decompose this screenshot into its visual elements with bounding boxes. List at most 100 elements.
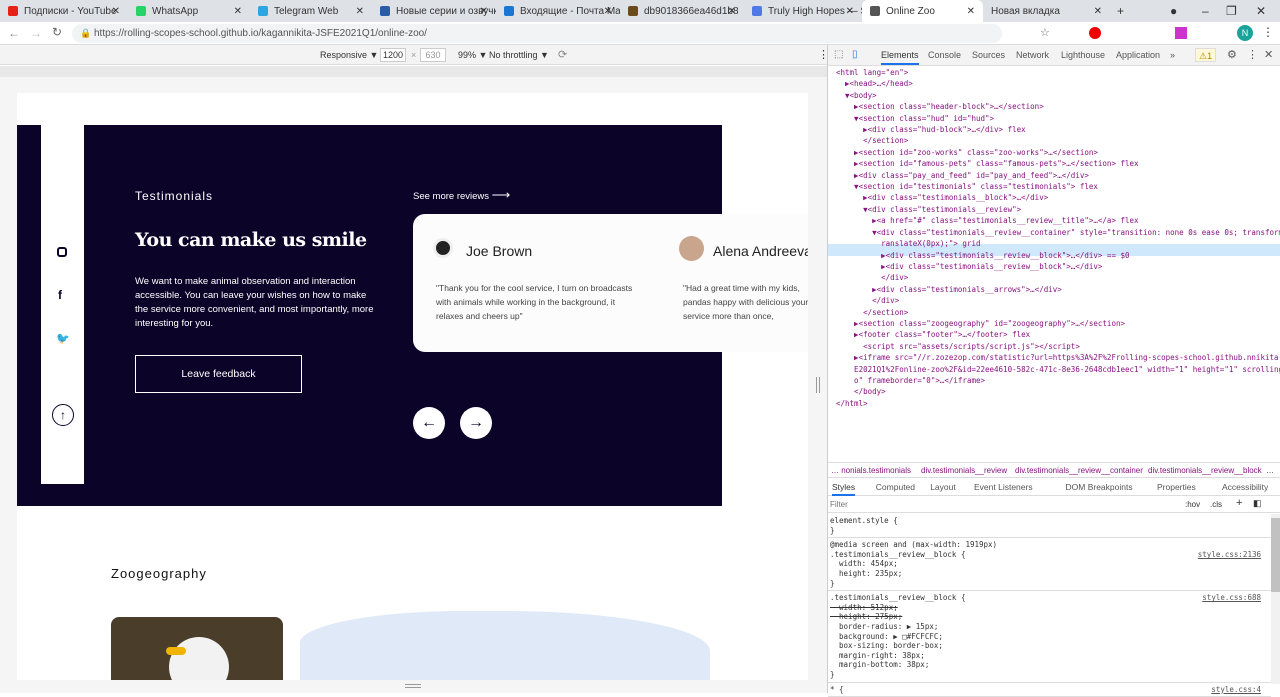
close-devtools-icon[interactable]: ✕	[1264, 45, 1273, 65]
styles-tab[interactable]: Layout	[930, 482, 956, 492]
star-icon[interactable]: ☆	[1040, 26, 1050, 39]
rotate-icon[interactable]: ⟳	[558, 48, 567, 61]
dom-node[interactable]: ▶<div class="pay_and_feed" id="pay_and_f…	[836, 170, 1280, 181]
facebook-icon[interactable]: f	[58, 288, 62, 302]
close-window-icon[interactable]: ✕	[1256, 4, 1266, 18]
cls-toggle[interactable]: .cls	[1210, 500, 1222, 509]
tab-console[interactable]: Console	[928, 45, 961, 65]
inspect-icon[interactable]: ⬚	[834, 49, 843, 60]
settings-icon[interactable]: ⚙	[1227, 45, 1237, 65]
more-tabs-button[interactable]: »	[1170, 45, 1175, 65]
dom-node[interactable]: ▶<footer class="footer">…</footer> flex	[836, 329, 1280, 340]
minimize-icon[interactable]: –	[1202, 4, 1209, 18]
sidebar-toggle-icon[interactable]: ◧	[1253, 498, 1262, 509]
close-tab-icon[interactable]: ✕	[728, 6, 736, 17]
breadcrumb-item[interactable]: div.testimonials__review	[921, 466, 1007, 475]
throttling-select[interactable]: No throttling ▼	[489, 50, 549, 60]
browser-tab[interactable]: WhatsApp✕	[128, 0, 250, 22]
back-icon[interactable]: ←	[8, 26, 20, 40]
browser-tab[interactable]: Подписки - YouTube✕	[0, 0, 128, 22]
close-tab-icon[interactable]: ✕	[1094, 6, 1102, 17]
tab-sources[interactable]: Sources	[972, 45, 1005, 65]
rule-text[interactable]: element.style { }	[830, 516, 1269, 535]
dom-node[interactable]: o" frameborder="0">…</iframe>	[836, 375, 1280, 386]
prev-arrow-button[interactable]: ←	[413, 407, 445, 439]
media-query-ruler[interactable]	[0, 66, 827, 77]
dom-node[interactable]: ▼<section id="testimonials" class="testi…	[836, 181, 1280, 192]
dom-node[interactable]: </html>	[836, 398, 1280, 409]
styles-tab[interactable]: Computed	[876, 482, 915, 492]
opera-extension-icon[interactable]	[1089, 27, 1101, 39]
dom-node[interactable]: <html lang="en">	[836, 67, 1280, 78]
styles-tab[interactable]: Styles	[832, 482, 855, 496]
warning-badge[interactable]: ⚠1	[1195, 48, 1216, 62]
viewport-width-input[interactable]: 1200	[380, 48, 406, 62]
browser-tab[interactable]: Truly High Hopes — S✕	[744, 0, 862, 22]
browser-tab[interactable]: Online Zoo✕	[862, 0, 983, 22]
hov-toggle[interactable]: :hov	[1185, 500, 1200, 509]
browser-tab[interactable]: Входящие - Почта Mail✕	[496, 0, 620, 22]
close-tab-icon[interactable]: ✕	[604, 6, 612, 17]
instagram-icon[interactable]	[57, 247, 67, 257]
dom-node[interactable]: ▶<div class="testimonials__review__block…	[836, 250, 1280, 261]
styles-tab[interactable]: Properties	[1157, 482, 1196, 492]
forward-icon[interactable]: →	[30, 26, 42, 40]
breadcrumb-item[interactable]: … nonials.testimonials	[831, 466, 911, 475]
browser-tab[interactable]: Telegram Web✕	[250, 0, 372, 22]
profile-avatar[interactable]: N	[1237, 25, 1253, 41]
rule-source-link[interactable]: style.css:2136	[1198, 550, 1261, 560]
dom-node[interactable]: ▼<div class="testimonials__review">	[836, 204, 1280, 215]
dom-node[interactable]: </div>	[836, 295, 1280, 306]
zoom-select[interactable]: 99% ▼	[458, 50, 487, 60]
menu-icon[interactable]: ⋮	[1262, 25, 1274, 39]
tab-elements[interactable]: Elements	[881, 45, 919, 65]
resize-handle-right[interactable]	[816, 377, 820, 393]
dom-node[interactable]: <script src="assets/scripts/script.js"><…	[836, 341, 1280, 352]
restore-icon[interactable]: ❐	[1226, 4, 1237, 18]
styles-tab[interactable]: Accessibility	[1222, 482, 1268, 492]
dom-node[interactable]: ▼<section class="hud" id="hud">	[836, 113, 1280, 124]
tab-application[interactable]: Application	[1116, 45, 1160, 65]
breadcrumb-more[interactable]: …	[1266, 466, 1274, 475]
dom-node[interactable]: ▶<div class="testimonials__block">…</div…	[836, 192, 1280, 203]
dom-node[interactable]: ▶<section id="zoo-works" class="zoo-work…	[836, 147, 1280, 158]
next-arrow-button[interactable]: →	[460, 407, 492, 439]
dom-node[interactable]: </section>	[836, 135, 1280, 146]
new-tab-icon[interactable]: +	[1117, 4, 1124, 18]
twitter-icon[interactable]: 🐦	[56, 332, 70, 345]
dom-tree[interactable]: <html lang="en"> ▶<head>…</head> ▼<body>…	[836, 67, 1280, 409]
dom-node[interactable]: </body>	[836, 386, 1280, 397]
browser-tab[interactable]: Новая вкладка✕	[983, 0, 1110, 22]
resize-handle-bottom[interactable]	[405, 684, 421, 688]
dom-node[interactable]: ▶<a href="#" class="testimonials__review…	[836, 215, 1280, 226]
tab-network[interactable]: Network	[1016, 45, 1049, 65]
dom-node[interactable]: </div>	[836, 272, 1280, 283]
rule-text[interactable]: @media screen and (max-width: 1919px) .t…	[830, 540, 1269, 588]
styles-tab[interactable]: DOM Breakpoints	[1066, 482, 1133, 492]
dom-node[interactable]: ▶<section id="famous-pets" class="famous…	[836, 158, 1280, 169]
dom-node[interactable]: ▼<div class="testimonials__review__conta…	[836, 227, 1280, 238]
dom-node[interactable]: ▶<iframe src="//r.zozezop.com/statistic?…	[836, 352, 1280, 363]
close-tab-icon[interactable]: ✕	[480, 6, 488, 17]
styles-scrollbar[interactable]	[1271, 514, 1280, 684]
dom-node[interactable]: ▶<div class="testimonials__arrows">…</di…	[836, 284, 1280, 295]
add-rule-icon[interactable]: +	[1236, 497, 1242, 509]
leave-feedback-button[interactable]: Leave feedback	[135, 355, 302, 393]
see-more-reviews-link[interactable]: See more reviews ⟶	[413, 187, 510, 203]
dom-node[interactable]: ▶<head>…</head>	[836, 78, 1280, 89]
rule-source-link[interactable]: style.css:688	[1202, 593, 1261, 603]
close-tab-icon[interactable]: ✕	[234, 6, 242, 17]
breadcrumb-item[interactable]: div.testimonials__review__block	[1148, 466, 1262, 475]
dom-node[interactable]: ▼<body>	[836, 90, 1280, 101]
dom-node[interactable]: </section>	[836, 307, 1280, 318]
account-icon[interactable]: ●	[1170, 4, 1177, 18]
device-toggle-icon[interactable]: ▯	[852, 49, 858, 60]
dom-node[interactable]: ranslateX(0px);"> grid	[836, 238, 1280, 249]
reload-icon[interactable]: ↻	[52, 25, 62, 39]
breadcrumb-item[interactable]: div.testimonials__review__container	[1015, 466, 1143, 475]
close-tab-icon[interactable]: ✕	[112, 6, 120, 17]
close-tab-icon[interactable]: ✕	[846, 6, 854, 17]
scroll-top-button[interactable]: ↑	[52, 404, 74, 426]
browser-tab[interactable]: db9018366ea46d1b8✕	[620, 0, 744, 22]
rule-text[interactable]: .testimonials__review__block { width: 51…	[830, 593, 1269, 679]
